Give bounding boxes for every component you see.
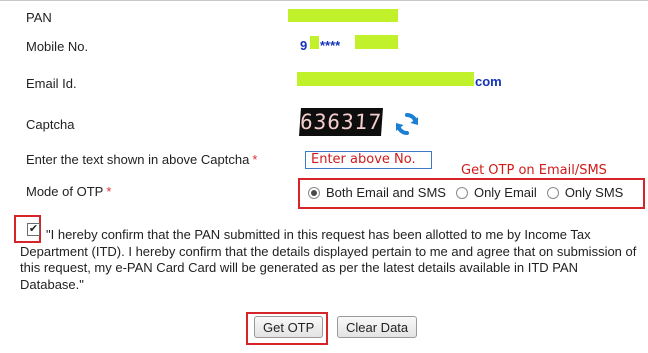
otp-option-both[interactable]: Both Email and SMS <box>308 185 446 200</box>
radio-email[interactable] <box>455 186 468 199</box>
required-mark: * <box>106 184 112 199</box>
otp-option-email[interactable]: Only Email <box>455 185 537 200</box>
mobile-value-redacted-2 <box>355 35 398 49</box>
mobile-value-mask: **** <box>320 38 341 53</box>
get-otp-button[interactable]: Get OTP <box>254 316 324 338</box>
captcha-input-label: Enter the text shown in above Captcha * <box>26 152 257 167</box>
mobile-value-prefix: 9 <box>300 38 308 53</box>
otp-option-sms-label: Only SMS <box>564 185 624 200</box>
pan-label: PAN <box>26 10 52 25</box>
captcha-input[interactable]: Enter above No. <box>305 151 432 169</box>
clear-data-button[interactable]: Clear Data <box>337 316 418 338</box>
otp-mode-label: Mode of OTP * <box>26 184 111 199</box>
otp-note-annotation: Get OTP on Email/SMS <box>461 163 607 178</box>
top-divider <box>0 0 648 1</box>
captcha-input-label-text: Enter the text shown in above Captcha <box>26 152 250 167</box>
otp-option-both-label: Both Email and SMS <box>326 185 446 200</box>
radio-sms[interactable] <box>546 186 559 199</box>
otp-mode-label-text: Mode of OTP <box>26 184 104 199</box>
required-mark: * <box>252 152 258 167</box>
email-value-redacted <box>297 72 474 86</box>
declaration-text: "I hereby confirm that the PAN submitted… <box>20 227 637 292</box>
radio-both[interactable] <box>308 186 320 199</box>
mobile-value-redacted-1 <box>310 36 319 49</box>
otp-radio-group: Both Email and SMS Only Email Only SMS <box>308 185 623 200</box>
refresh-icon[interactable] <box>394 111 420 137</box>
email-domain: com <box>475 74 502 89</box>
email-label: Email Id. <box>26 76 77 91</box>
otp-option-sms[interactable]: Only SMS <box>546 185 624 200</box>
mobile-label: Mobile No. <box>26 39 89 54</box>
captcha-image: 636317 <box>299 108 383 136</box>
otp-option-email-label: Only Email <box>473 185 537 200</box>
captcha-label: Captcha <box>26 117 75 132</box>
pan-value-redacted <box>288 9 398 22</box>
